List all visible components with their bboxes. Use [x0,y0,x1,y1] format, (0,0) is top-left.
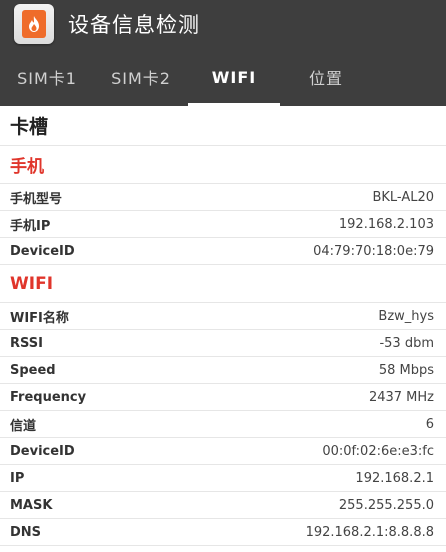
row-value: 255.255.255.0 [338,497,434,513]
row-value: 04:79:70:18:0e:79 [313,243,434,259]
flame-icon [29,16,39,32]
app-icon-phone [22,10,46,38]
app-bar: 设备信息检测 [0,0,446,48]
info-row: RSSI -53 dbm [0,330,446,357]
section-title-wifi: WIFI [0,265,446,303]
content-area: 卡槽 手机 手机型号 BKL-AL20 手机IP 192.168.2.103 D… [0,106,446,546]
tab-bar: SIM卡1 SIM卡2 WIFI 位置 [0,48,446,106]
tab-location[interactable]: 位置 [280,48,372,106]
info-row: 手机IP 192.168.2.103 [0,211,446,238]
row-label: 信道 [10,418,37,434]
info-row: Speed 58 Mbps [0,357,446,384]
info-row: MASK 255.255.255.0 [0,492,446,519]
tab-sim2[interactable]: SIM卡2 [94,48,188,106]
row-label: 手机型号 [10,191,63,207]
row-label: Frequency [10,389,87,405]
row-value: Bzw_hys [378,308,434,324]
row-value: BKL-AL20 [372,189,434,205]
row-label: 手机IP [10,218,51,234]
info-row: 信道 6 [0,411,446,438]
info-row: DeviceID 04:79:70:18:0e:79 [0,238,446,265]
row-label: IP [10,470,25,486]
section-title-phone: 手机 [0,146,446,184]
row-value: 192.168.2.103 [338,216,434,232]
row-label: DeviceID [10,243,75,259]
row-label: WIFI名称 [10,310,69,326]
row-value: 00:0f:02:6e:e3:fc [322,443,434,459]
row-label: DNS [10,524,42,540]
row-value: 6 [425,416,434,432]
info-row: IP 192.168.2.1 [0,465,446,492]
row-value: -53 dbm [379,335,434,351]
fire-phone-icon [14,4,54,44]
app-root: 设备信息检测 SIM卡1 SIM卡2 WIFI 位置 卡槽 手机 手机型号 BK… [0,0,446,552]
card-title: 卡槽 [0,106,446,146]
row-label: RSSI [10,335,43,351]
row-label: MASK [10,497,53,513]
row-value: 192.168.2.1:8.8.8.8 [305,524,434,540]
info-row: DeviceID 00:0f:02:6e:e3:fc [0,438,446,465]
tab-wifi[interactable]: WIFI [188,48,280,106]
row-label: DeviceID [10,443,75,459]
row-value: 192.168.2.1 [355,470,434,486]
row-value: 2437 MHz [368,389,434,405]
info-row: WIFI名称 Bzw_hys [0,303,446,330]
row-label: Speed [10,362,56,378]
info-row: DNS 192.168.2.1:8.8.8.8 [0,519,446,546]
tab-sim1[interactable]: SIM卡1 [0,48,94,106]
row-value: 58 Mbps [378,362,434,378]
info-row: Frequency 2437 MHz [0,384,446,411]
info-row: 手机型号 BKL-AL20 [0,184,446,211]
app-title: 设备信息检测 [68,13,200,37]
